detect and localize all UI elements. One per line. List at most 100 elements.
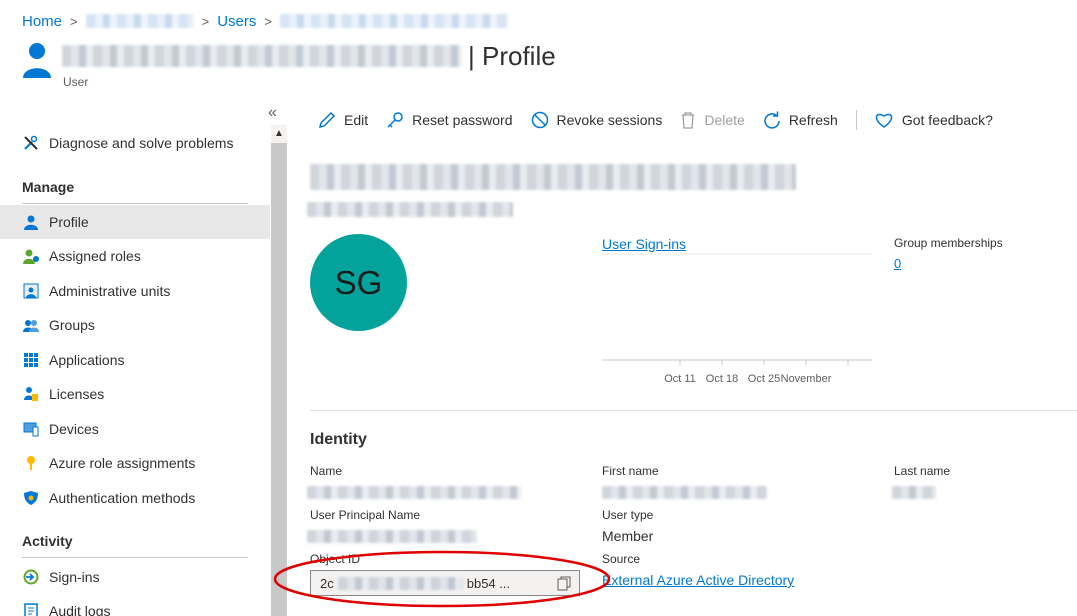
user-display-name (62, 45, 462, 67)
sidebar-item-assigned-roles[interactable]: Assigned roles (0, 239, 270, 273)
page-title: | Profile (62, 40, 556, 72)
sidebar-item-licenses[interactable]: Licenses (0, 377, 270, 411)
feedback-button[interactable]: Got feedback? (874, 111, 993, 129)
pencil-icon (318, 111, 336, 129)
object-id-label: Object ID (310, 552, 361, 566)
sidebar-item-label: Diagnose and solve problems (49, 135, 234, 151)
refresh-icon (764, 111, 780, 129)
sidebar-item-azure-roles[interactable]: Azure role assignments (0, 446, 270, 480)
audit-log-icon (22, 602, 40, 616)
sidebar-item-label: Licenses (49, 386, 105, 402)
sidebar-item-label: Azure role assignments (49, 455, 196, 471)
upn-label: User Principal Name (310, 508, 421, 522)
user-principal-name-heading (310, 164, 796, 190)
chart-tick-label: Oct 11 (664, 373, 696, 385)
device-icon (22, 420, 40, 438)
sidebar-item-label: Profile (49, 214, 89, 230)
reset-password-label: Reset password (412, 112, 513, 128)
shield-icon (22, 489, 40, 507)
section-divider (22, 557, 248, 558)
sidebar-item-devices[interactable]: Devices (0, 412, 270, 446)
section-divider (310, 410, 1077, 411)
copy-icon[interactable] (557, 576, 571, 591)
page-header: | Profile User (22, 40, 556, 89)
breadcrumb-tenant[interactable] (85, 14, 194, 28)
scroll-up-icon[interactable]: ▲ (271, 125, 287, 143)
refresh-label: Refresh (788, 112, 838, 128)
upn-value (307, 530, 477, 543)
object-id-redacted (337, 576, 463, 590)
sidebar-item-auth-methods[interactable]: Authentication methods (0, 481, 270, 515)
breadcrumb-separator: > (264, 13, 272, 29)
object-id-field[interactable]: 2c bb54 ... (310, 570, 580, 596)
breadcrumb-home[interactable]: Home (22, 13, 62, 30)
key-icon (22, 454, 40, 472)
trash-icon (682, 112, 695, 129)
user-subheading (307, 202, 513, 217)
chart-tick-label: Oct 25 (748, 373, 780, 385)
sidebar-item-label: Applications (49, 352, 125, 368)
breadcrumb-users[interactable]: Users (217, 13, 256, 30)
group-memberships-label: Group memberships (894, 236, 1003, 250)
sign-in-icon (22, 568, 40, 586)
user-icon (23, 43, 51, 78)
delete-label: Delete (704, 112, 745, 128)
group-memberships-count[interactable]: 0 (894, 256, 901, 271)
page-title-suffix: | Profile (468, 40, 556, 71)
edit-label: Edit (344, 112, 369, 128)
sidebar-scrollbar[interactable]: ▲ (271, 125, 287, 616)
name-value (307, 486, 521, 499)
sidebar-item-profile[interactable]: Profile (0, 205, 270, 239)
revoke-sessions-button[interactable]: Revoke sessions (531, 111, 663, 129)
breadcrumb: Home > > Users > (22, 11, 508, 31)
sidebar-item-label: Authentication methods (49, 490, 196, 506)
sidebar-item-diagnose[interactable]: Diagnose and solve problems (0, 126, 270, 160)
last-name-label: Last name (894, 464, 951, 478)
manage-heading: Manage (22, 179, 75, 195)
sidebar-item-label: Groups (49, 317, 95, 333)
last-name-value (892, 486, 936, 499)
sidebar-item-groups[interactable]: Groups (0, 308, 270, 342)
section-divider (22, 203, 248, 204)
key-icon (387, 112, 403, 128)
license-icon (22, 385, 40, 403)
groups-icon (22, 316, 40, 334)
sidebar-item-audit-logs[interactable]: Audit logs (0, 594, 270, 616)
user-sign-ins-link[interactable]: User Sign-ins (602, 236, 686, 252)
avatar: SG (310, 234, 407, 331)
wrench-icon (22, 134, 40, 152)
source-value-link[interactable]: External Azure Active Directory (602, 572, 794, 588)
first-name-label: First name (602, 464, 659, 478)
breadcrumb-separator: > (70, 13, 78, 29)
sidebar-item-label: Assigned roles (49, 248, 141, 264)
apps-grid-icon (22, 351, 40, 369)
source-label: Source (602, 552, 641, 566)
refresh-button[interactable]: Refresh (763, 111, 838, 129)
activity-heading: Activity (22, 533, 73, 549)
edit-button[interactable]: Edit (318, 111, 368, 129)
revoke-sessions-label: Revoke sessions (556, 112, 663, 128)
sidebar-item-label: Sign-ins (49, 569, 100, 585)
sidebar-item-admin-units[interactable]: Administrative units (0, 274, 270, 308)
toolbar-divider (855, 110, 857, 130)
collapse-sidebar-button[interactable]: « (268, 104, 277, 122)
user-type-label: User type (602, 508, 654, 522)
chart-tick-label: November (781, 373, 832, 385)
page-subtitle: User (63, 75, 89, 89)
delete-button[interactable]: Delete (680, 111, 745, 129)
heart-icon (875, 113, 893, 128)
name-label: Name (310, 464, 343, 478)
user-icon (22, 213, 40, 231)
object-id-suffix: bb54 ... (466, 575, 511, 591)
breadcrumb-user[interactable] (279, 14, 508, 28)
feedback-label: Got feedback? (901, 112, 993, 128)
sidebar-item-applications[interactable]: Applications (0, 343, 270, 377)
command-bar: Edit Reset password Revoke sessions Dele… (318, 107, 1011, 133)
reset-password-button[interactable]: Reset password (386, 111, 513, 129)
sidebar-item-sign-ins[interactable]: Sign-ins (0, 560, 270, 594)
sign-ins-chart: Oct 11 Oct 18 Oct 25 November (602, 253, 872, 385)
roles-icon (22, 247, 40, 265)
sidebar-item-label: Audit logs (49, 603, 111, 616)
sidebar-item-label: Devices (49, 421, 99, 437)
sidebar-item-label: Administrative units (49, 283, 171, 299)
